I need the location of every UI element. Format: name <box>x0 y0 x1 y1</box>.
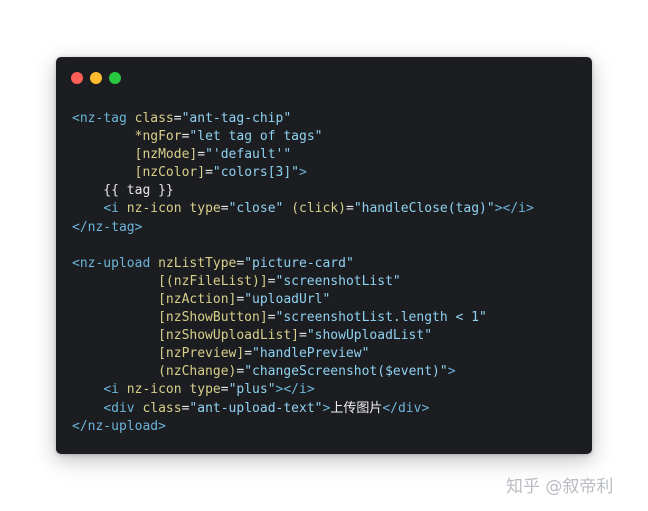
close-dot-icon[interactable] <box>71 72 83 84</box>
code-line: {{ tag }} <box>72 182 586 200</box>
code-line: </nz-upload> <box>72 418 586 436</box>
code-token-tag: <i <box>103 201 127 217</box>
code-line: </nz-tag> <box>72 219 586 237</box>
code-block: <nz-tag class="ant-tag-chip" *ngFor="let… <box>72 110 586 436</box>
code-token-tag: </div> <box>382 400 430 416</box>
code-line: *ngFor="let tag of tags" <box>72 128 586 146</box>
code-token-str: "changeScreenshot($event)" <box>244 364 448 380</box>
code-token-str: "handleClose(tag)" <box>353 201 495 217</box>
code-token-tag: <nz-tag <box>72 111 135 126</box>
code-token-punc: = <box>205 165 213 181</box>
code-line: <nz-upload nzListType="picture-card" <box>72 255 586 273</box>
code-token-attr: type <box>189 382 221 398</box>
code-line: [nzColor]="colors[3]"> <box>72 164 586 182</box>
code-token-punc: = <box>220 201 229 217</box>
code-token-punc: = <box>220 382 229 398</box>
code-token-attr: [nzShowUploadList] <box>158 328 299 344</box>
code-token-str: "let tag of tags" <box>189 129 323 145</box>
code-token-tag: </nz-upload> <box>72 418 166 434</box>
code-token-attr: nz-icon <box>126 382 190 398</box>
minimize-dot-icon[interactable] <box>90 72 102 84</box>
code-token-str: "'default'" <box>205 147 292 163</box>
code-token-punc: = <box>267 310 276 326</box>
code-token-str: "picture-card" <box>244 255 354 271</box>
code-token-tag: ></i> <box>275 382 315 398</box>
code-token-str: "colors[3]" <box>212 165 299 181</box>
code-token-punc: = <box>267 273 276 289</box>
code-token-punc: = <box>244 346 253 362</box>
code-token-punc: = <box>173 111 182 126</box>
code-token-attr: [nzShowButton] <box>158 310 268 326</box>
code-line: <i nz-icon type="plus"></i> <box>72 381 586 399</box>
code-token-attr: [(nzFileList)] <box>158 273 268 289</box>
code-token-attr: *ngFor <box>134 129 182 145</box>
code-token-str: "plus" <box>228 382 276 398</box>
code-token-attr: class <box>142 400 182 416</box>
code-token-attr: type <box>189 201 221 217</box>
code-line: [(nzFileList)]="screenshotList" <box>72 273 586 291</box>
code-line: [nzShowUploadList]="showUploadList" <box>72 327 586 345</box>
code-token-tag: <i <box>103 382 127 398</box>
code-token-tag: > <box>299 165 307 181</box>
code-token-str: "ant-tag-chip" <box>181 111 292 126</box>
code-line: [nzShowButton]="screenshotList.length < … <box>72 309 586 327</box>
code-line: <nz-tag class="ant-tag-chip" <box>72 110 586 128</box>
watermark: 知乎 @叙帝利 <box>506 477 614 497</box>
code-line: [nzAction]="uploadUrl" <box>72 291 586 309</box>
code-token-text: 上传图片 <box>330 400 383 416</box>
code-token-attr: [nzMode] <box>134 147 198 163</box>
code-token-tag: </nz-tag> <box>72 219 143 235</box>
code-token-attr: [nzAction] <box>158 291 237 307</box>
code-token-tag: <nz-upload <box>72 255 159 271</box>
code-line: <div class="ant-upload-text">上传图片</div> <box>72 400 586 418</box>
code-line: [nzMode]="'default'" <box>72 146 586 164</box>
code-token-plain: {{ tag }} <box>72 183 174 199</box>
code-token-attr: (click) <box>291 201 346 217</box>
code-line: (nzChange)="changeScreenshot($event)"> <box>72 363 586 381</box>
code-window: <nz-tag class="ant-tag-chip" *ngFor="let… <box>56 57 592 454</box>
code-token-str: "close" <box>228 201 284 217</box>
code-token-str: "showUploadList" <box>306 328 433 344</box>
code-token-str: "handlePreview" <box>252 346 370 362</box>
window-controls <box>71 72 128 84</box>
code-token-attr: (nzChange) <box>158 364 237 380</box>
code-token-attr: nz-icon <box>126 201 190 217</box>
code-token-attr: nzListType <box>158 255 237 271</box>
code-token-str: "screenshotList.length < 1" <box>275 310 487 326</box>
code-token-punc: = <box>345 201 354 217</box>
code-line: [nzPreview]="handlePreview" <box>72 345 586 363</box>
code-token-tag: ></i> <box>494 201 534 217</box>
code-line: <i nz-icon type="close" (click)="handleC… <box>72 200 586 218</box>
code-token-tag: <div <box>103 400 143 416</box>
maximize-dot-icon[interactable] <box>109 72 121 84</box>
code-token-attr: class <box>134 111 174 126</box>
code-token-punc: = <box>197 147 206 163</box>
code-token-attr: [nzPreview] <box>158 346 245 362</box>
code-token-punc: = <box>298 328 307 344</box>
code-token-tag: > <box>447 364 456 380</box>
code-token-str: "screenshotList" <box>275 273 401 289</box>
code-token-attr: [nzColor] <box>134 165 206 181</box>
code-token-str: "ant-upload-text" <box>189 400 323 416</box>
code-token-str: "uploadUrl" <box>244 291 331 307</box>
